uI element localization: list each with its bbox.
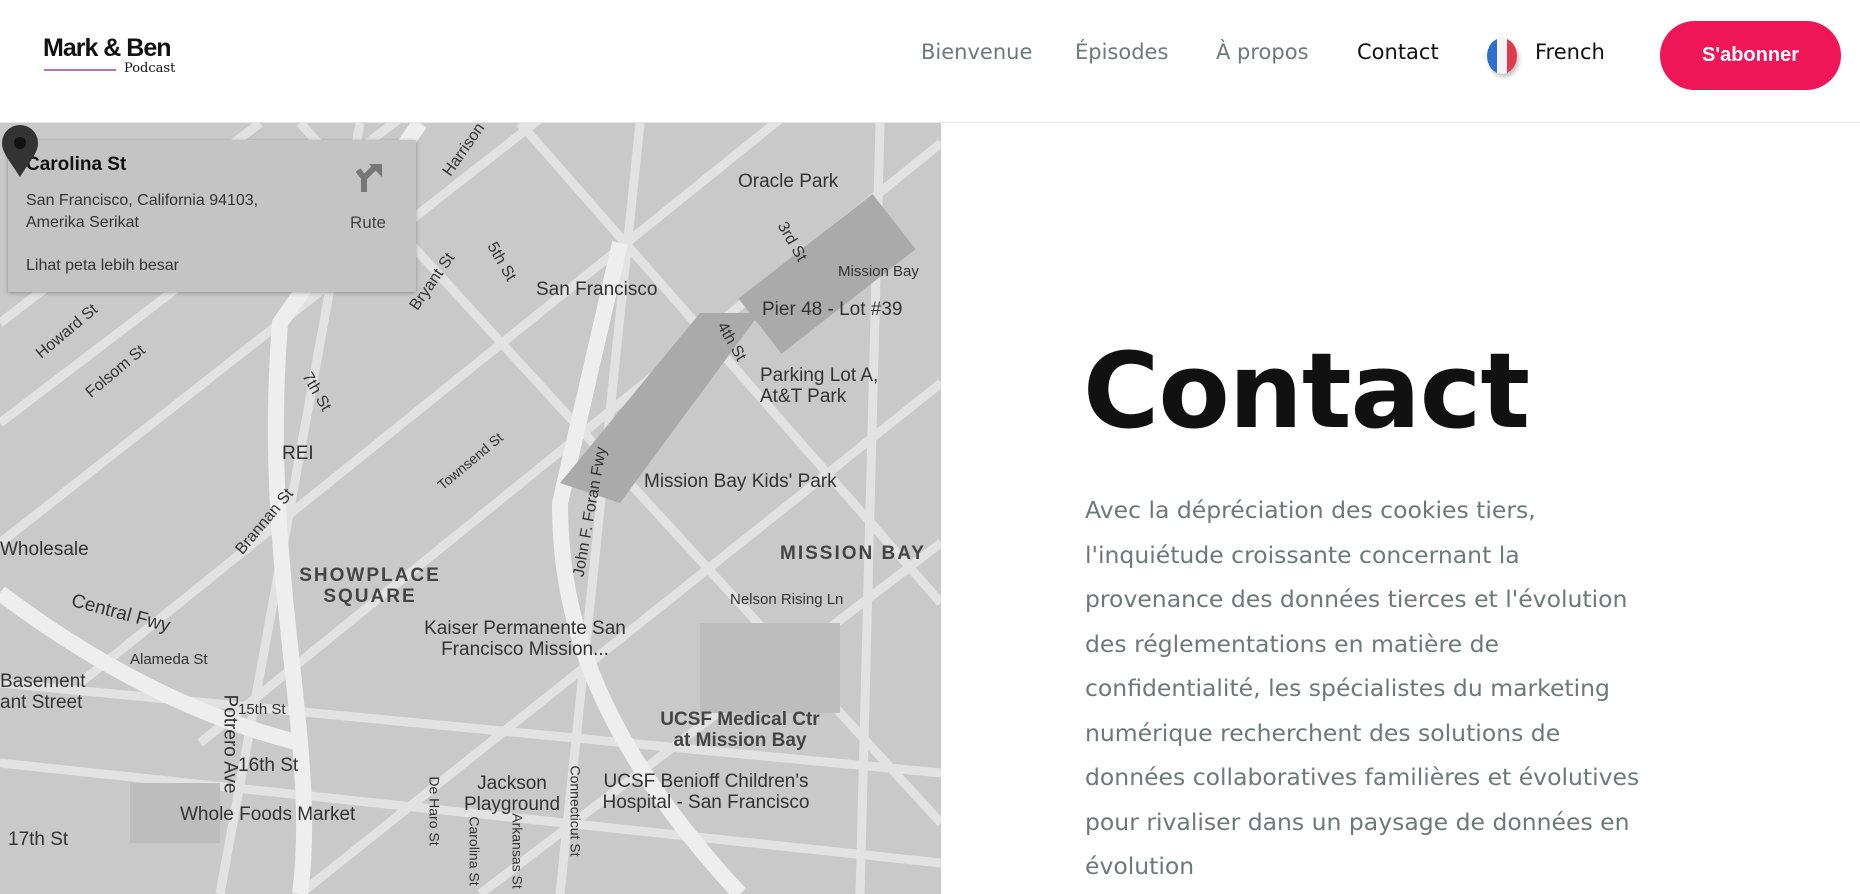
map-label: SHOWPLACE SQUARE bbox=[299, 565, 441, 607]
page-title: Contact bbox=[1083, 330, 1530, 452]
nav-contact[interactable]: Contact bbox=[1357, 40, 1439, 64]
map-label: De Haro St bbox=[426, 776, 443, 846]
map-label: Carolina St bbox=[466, 816, 483, 886]
header: Mark & Ben Podcast Bienvenue Épisodes À … bbox=[0, 0, 1860, 123]
map-label: 15th St bbox=[238, 701, 286, 718]
language-selector[interactable]: French bbox=[1535, 40, 1605, 64]
directions-icon[interactable] bbox=[356, 162, 386, 192]
map-label: Mission Bay Kids' Park bbox=[644, 471, 837, 492]
map-label: Parking Lot A, At&T Park bbox=[760, 365, 879, 407]
view-larger-map-link[interactable]: Lihat peta lebih besar bbox=[26, 257, 179, 275]
nav-a-propos[interactable]: À propos bbox=[1216, 40, 1309, 64]
french-flag-icon[interactable] bbox=[1487, 38, 1517, 74]
nav-bienvenue[interactable]: Bienvenue bbox=[921, 40, 1032, 64]
map-label: Connecticut St bbox=[567, 765, 584, 857]
map-label: UCSF Medical Ctr at Mission Bay bbox=[660, 709, 820, 751]
map-embed[interactable]: Oracle Park San Francisco Mission Bay Pi… bbox=[0, 123, 941, 894]
map-label: 16th St bbox=[238, 755, 299, 776]
map-label: REI bbox=[282, 443, 314, 464]
map-label: Alameda St bbox=[130, 651, 208, 668]
map-label: Wholesale bbox=[0, 539, 89, 560]
directions-button[interactable]: Rute bbox=[350, 213, 386, 233]
map-label: Oracle Park bbox=[738, 171, 839, 192]
intro-paragraph: Avec la dépréciation des cookies tiers, … bbox=[1085, 496, 1640, 880]
map-label: UCSF Benioff Children's Hospital - San F… bbox=[602, 771, 810, 813]
map-label: San Francisco bbox=[536, 279, 658, 300]
place-card: Carolina St San Francisco, California 94… bbox=[8, 140, 416, 292]
location-pin-icon bbox=[2, 125, 38, 177]
map-label: 17th St bbox=[8, 829, 69, 850]
subscribe-button[interactable]: S'abonner bbox=[1660, 21, 1841, 90]
place-address: San Francisco, California 94103, Amerika… bbox=[26, 192, 259, 231]
map-label: Jackson Playground bbox=[463, 773, 561, 815]
place-name: Carolina St bbox=[26, 154, 127, 175]
map-label: Nelson Rising Ln bbox=[730, 591, 844, 608]
map-label: Kaiser Permanente San Francisco Mission.… bbox=[424, 618, 626, 660]
map-label: Whole Foods Market bbox=[180, 804, 356, 825]
map-label: Pier 48 - Lot #39 bbox=[762, 299, 903, 320]
map-label: Basement ant Street bbox=[0, 671, 86, 713]
logo-underline bbox=[44, 69, 116, 71]
logo[interactable]: Mark & Ben Podcast bbox=[43, 34, 193, 84]
logo-subtitle: Podcast bbox=[124, 61, 176, 76]
logo-title: Mark & Ben bbox=[43, 34, 172, 62]
map-label: Arkansas St bbox=[509, 813, 526, 889]
map-label: MISSION BAY bbox=[780, 543, 926, 564]
nav-episodes[interactable]: Épisodes bbox=[1075, 40, 1168, 64]
map-label: Mission Bay bbox=[838, 263, 919, 280]
